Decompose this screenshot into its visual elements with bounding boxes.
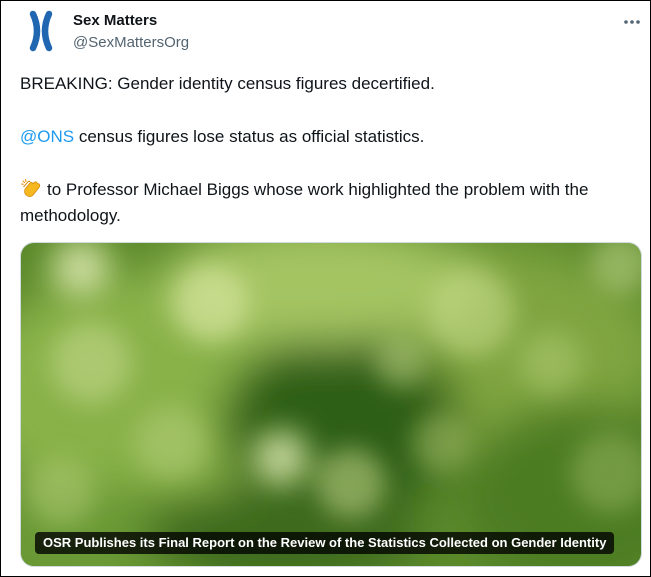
- tweet-card[interactable]: Sex Matters @SexMattersOrg BREAKING: Gen…: [0, 0, 651, 577]
- author-handle[interactable]: @SexMattersOrg: [73, 33, 189, 53]
- clapping-hands-icon: [20, 177, 42, 199]
- bokeh-foliage-image: [21, 243, 641, 566]
- more-options-button[interactable]: [615, 9, 649, 35]
- link-card-title[interactable]: OSR Publishes its Final Report on the Re…: [35, 532, 615, 554]
- tweet-text: BREAKING: Gender identity census figures…: [20, 71, 635, 229]
- tweet-line-ons-text: census figures lose status as official s…: [74, 127, 425, 146]
- tweet-line-ons: @ONS census figures lose status as offic…: [20, 124, 635, 150]
- tweet-line-breaking: BREAKING: Gender identity census figures…: [20, 74, 435, 93]
- avatar[interactable]: [19, 9, 63, 53]
- link-card-image[interactable]: OSR Publishes its Final Report on the Re…: [20, 242, 642, 567]
- mention-link[interactable]: @ONS: [20, 127, 74, 146]
- tweet-line-thanks: to Professor Michael Biggs whose work hi…: [20, 177, 635, 229]
- chromosome-x-logo-icon: [29, 10, 53, 52]
- tweet-line-thanks-text: to Professor Michael Biggs whose work hi…: [20, 180, 589, 225]
- more-horizontal-icon: [624, 20, 640, 24]
- author-display-name[interactable]: Sex Matters: [73, 11, 157, 31]
